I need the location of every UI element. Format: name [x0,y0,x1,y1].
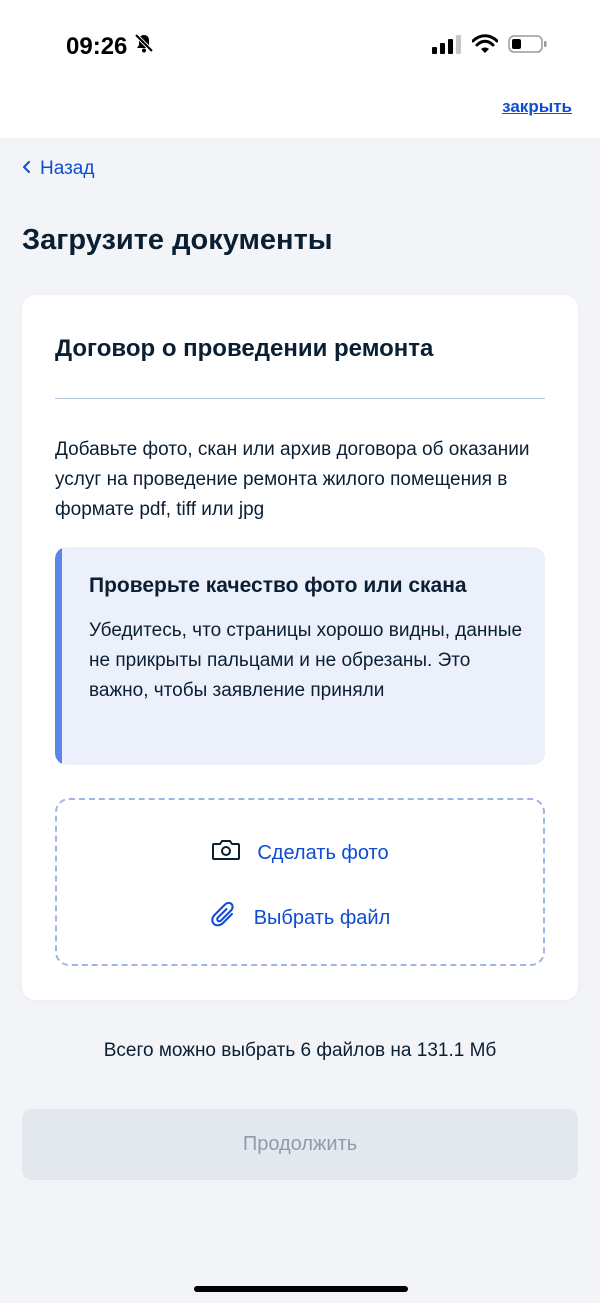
battery-icon [508,34,548,59]
bell-slash-icon [133,32,155,61]
divider [55,398,545,399]
status-bar: 09:26 [0,0,600,90]
camera-icon [211,838,241,868]
status-icons [432,34,548,59]
back-label: Назад [40,158,95,179]
close-link[interactable]: закрыть [502,97,572,117]
chevron-left-icon [22,158,32,180]
paperclip-icon [210,901,238,935]
home-indicator[interactable] [194,1286,408,1292]
choose-file-button[interactable]: Выбрать файл [57,901,543,935]
top-area: 09:26 закрыть [0,0,600,138]
take-photo-button[interactable]: Сделать фото [57,838,543,868]
page-title: Загрузите документы [22,224,333,256]
status-time: 09:26 [66,32,155,61]
card-title: Договор о проведении ремонта [55,335,434,362]
time-text: 09:26 [66,32,128,60]
quality-notice: Проверьте качество фото или скана Убедит… [55,547,545,765]
file-limit-text: Всего можно выбрать 6 файлов на 131.1 Мб [103,1040,497,1061]
card-description: Добавьте фото, скан или архив договора о… [55,439,530,520]
notice-accent-bar [55,547,62,765]
document-card: Договор о проведении ремонта Добавьте фо… [22,295,578,1000]
upload-dropzone[interactable]: Сделать фото Выбрать файл [55,798,545,966]
wifi-icon [471,34,499,59]
signal-icon [432,34,462,59]
take-photo-label: Сделать фото [257,841,389,864]
back-button[interactable]: Назад [22,158,94,180]
choose-file-label: Выбрать файл [253,906,391,929]
notice-title: Проверьте качество фото или скана [89,574,467,597]
notice-text: Убедитесь, что страницы хорошо видны, да… [89,620,523,701]
continue-button[interactable]: Продолжить [22,1109,578,1180]
